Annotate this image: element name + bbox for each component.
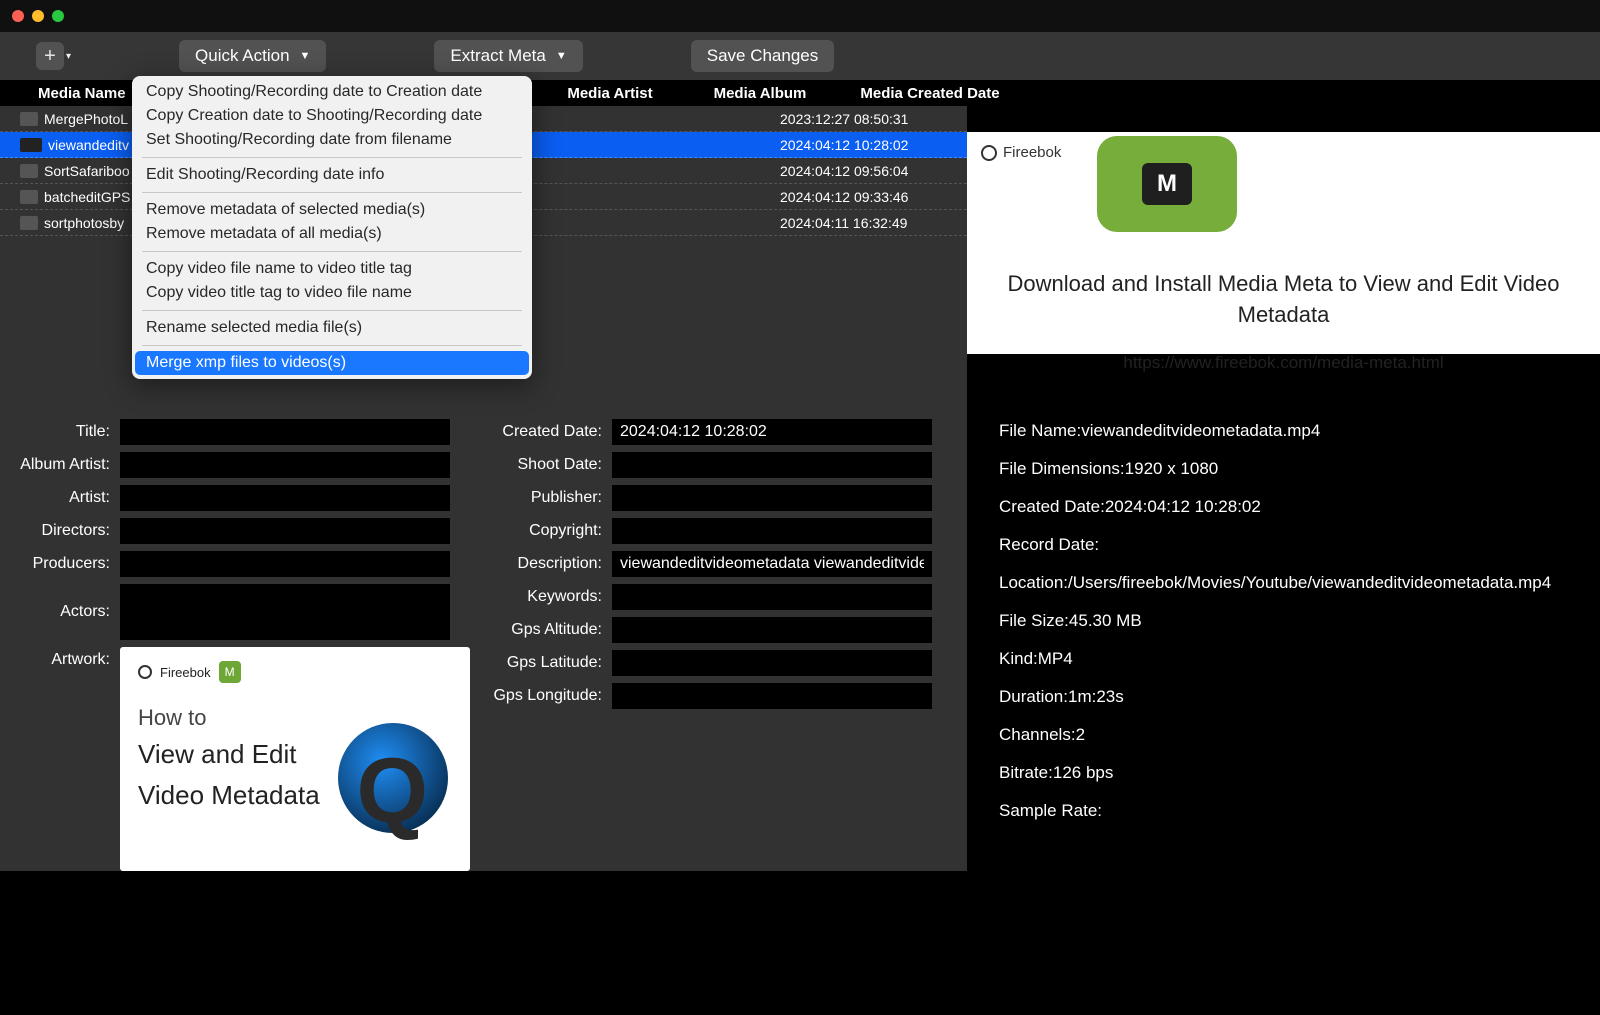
field-label: Created Date: (480, 423, 612, 441)
field-label: Gps Altitude: (480, 621, 612, 639)
field-input[interactable] (120, 452, 450, 478)
meta-line: Bitrate: 126 bps (999, 763, 1592, 783)
field-input[interactable] (612, 683, 932, 709)
folder-icon (20, 164, 38, 178)
field-label: Gps Latitude: (480, 654, 612, 672)
menu-item[interactable]: Remove metadata of selected media(s) (132, 198, 532, 222)
file-created-date: 2024:04:12 09:33:46 (780, 189, 960, 205)
artwork-label: Artwork: (10, 647, 120, 871)
meta-line: Created Date: 2024:04:12 10:28:02 (999, 497, 1592, 517)
quick-action-button[interactable]: Quick Action ▼ (179, 40, 326, 72)
extract-meta-button[interactable]: Extract Meta ▼ (434, 40, 582, 72)
field-input[interactable] (120, 518, 450, 544)
minimize-window-button[interactable] (32, 10, 44, 22)
menu-item[interactable]: Remove metadata of all media(s) (132, 222, 532, 246)
save-changes-label: Save Changes (707, 46, 819, 66)
field-label: Title: (10, 423, 120, 441)
save-changes-button[interactable]: Save Changes (691, 40, 835, 72)
field-input[interactable] (612, 452, 932, 478)
field-input[interactable] (612, 518, 932, 544)
window-titlebar (0, 0, 1600, 32)
menu-item[interactable]: Copy Shooting/Recording date to Creation… (132, 80, 532, 104)
file-created-date: 2024:04:12 09:56:04 (780, 163, 960, 179)
file-name: SortSafariboo (44, 163, 130, 179)
menu-item[interactable]: Set Shooting/Recording date from filenam… (132, 128, 532, 152)
folder-icon (20, 112, 38, 126)
quicktime-q-icon: Q (356, 745, 428, 837)
extract-meta-label: Extract Meta (450, 46, 545, 66)
menu-item[interactable]: Rename selected media file(s) (132, 316, 532, 340)
add-button[interactable]: + (36, 42, 64, 70)
field-label: Producers: (10, 555, 120, 573)
promo-heading: Download and Install Media Meta to View … (967, 269, 1600, 331)
promo-link[interactable]: https://www.fireebok.com/media-meta.html (1123, 353, 1443, 373)
meta-line: File Size: 45.30 MB (999, 611, 1592, 631)
file-created-date: 2024:04:12 10:28:02 (780, 137, 960, 153)
video-icon (20, 138, 42, 152)
metadata-editor: Title: Album Artist: Artist: Directors: Prod… (0, 391, 967, 871)
meta-line: Record Date: (999, 535, 1592, 555)
folder-icon (20, 216, 38, 230)
field-input[interactable] (612, 617, 932, 643)
app-tile-icon-small: M (219, 661, 241, 683)
meta-line: Sample Rate: (999, 801, 1592, 821)
folder-icon (20, 190, 38, 204)
field-input[interactable] (612, 584, 932, 610)
col-media-created[interactable]: Media Created Date (840, 85, 1020, 102)
field-label: Directors: (10, 522, 120, 540)
field-input[interactable] (612, 485, 932, 511)
menu-item[interactable]: Copy video file name to video title tag (132, 257, 532, 281)
field-label: Publisher: (480, 489, 612, 507)
field-input[interactable] (612, 419, 932, 445)
chevron-down-icon: ▼ (300, 50, 311, 62)
menu-item[interactable]: Copy Creation date to Shooting/Recording… (132, 104, 532, 128)
meta-line: Location: /Users/fireebok/Movies/Youtube… (999, 573, 1592, 593)
menu-item[interactable]: Merge xmp files to videos(s) (135, 351, 529, 375)
artwork-preview[interactable]: Fireebok M How to View and Edit Video Me… (120, 647, 470, 871)
maximize-window-button[interactable] (52, 10, 64, 22)
app-tile-icon: M (1097, 136, 1237, 232)
col-media-album[interactable]: Media Album (680, 85, 840, 102)
file-name: sortphotosby (44, 215, 124, 231)
fireebok-logo-icon (138, 665, 152, 679)
menu-item[interactable]: Edit Shooting/Recording date info (132, 163, 532, 187)
meta-line: File Name: viewandeditvideometadata.mp4 (999, 421, 1592, 441)
chevron-down-icon: ▼ (556, 50, 567, 62)
field-input[interactable] (612, 650, 932, 676)
file-created-date: 2024:04:11 16:32:49 (780, 215, 960, 231)
quick-action-menu[interactable]: Copy Shooting/Recording date to Creation… (132, 76, 532, 379)
field-input[interactable] (120, 551, 450, 577)
menu-item[interactable]: Copy video title tag to video file name (132, 281, 532, 305)
fireebok-logo-icon (981, 145, 997, 161)
field-input[interactable] (612, 551, 932, 577)
file-name: batcheditGPS (44, 189, 130, 205)
field-label: Description: (480, 555, 612, 573)
field-label: Artist: (10, 489, 120, 507)
field-input[interactable] (120, 485, 450, 511)
file-name: MergePhotoL (44, 111, 128, 127)
add-dropdown-caret[interactable]: ▾ (66, 51, 71, 62)
file-created-date: 2023:12:27 08:50:31 (780, 111, 960, 127)
field-label: Actors: (10, 603, 120, 621)
field-input[interactable] (120, 419, 450, 445)
promo-panel: Fireebok M Download and Install Media Me… (967, 132, 1600, 354)
meta-line: File Dimensions: 1920 x 1080 (999, 459, 1592, 479)
field-label: Keywords: (480, 588, 612, 606)
quick-action-label: Quick Action (195, 46, 290, 66)
toolbar: + ▾ Quick Action ▼ Extract Meta ▼ Save C… (0, 32, 1600, 80)
field-input[interactable] (120, 584, 450, 640)
meta-line: Channels: 2 (999, 725, 1592, 745)
file-name: viewandeditv (48, 137, 129, 153)
close-window-button[interactable] (12, 10, 24, 22)
col-media-artist[interactable]: Media Artist (540, 85, 680, 102)
field-label: Shoot Date: (480, 456, 612, 474)
promo-brand: Fireebok (981, 144, 1061, 161)
field-label: Copyright: (480, 522, 612, 540)
meta-line: Duration: 1m:23s (999, 687, 1592, 707)
field-label: Gps Longitude: (480, 687, 612, 705)
field-label: Album Artist: (10, 456, 120, 474)
file-info-panel: File Name: viewandeditvideometadata.mp4 F… (967, 391, 1600, 871)
meta-line: Kind: MP4 (999, 649, 1592, 669)
